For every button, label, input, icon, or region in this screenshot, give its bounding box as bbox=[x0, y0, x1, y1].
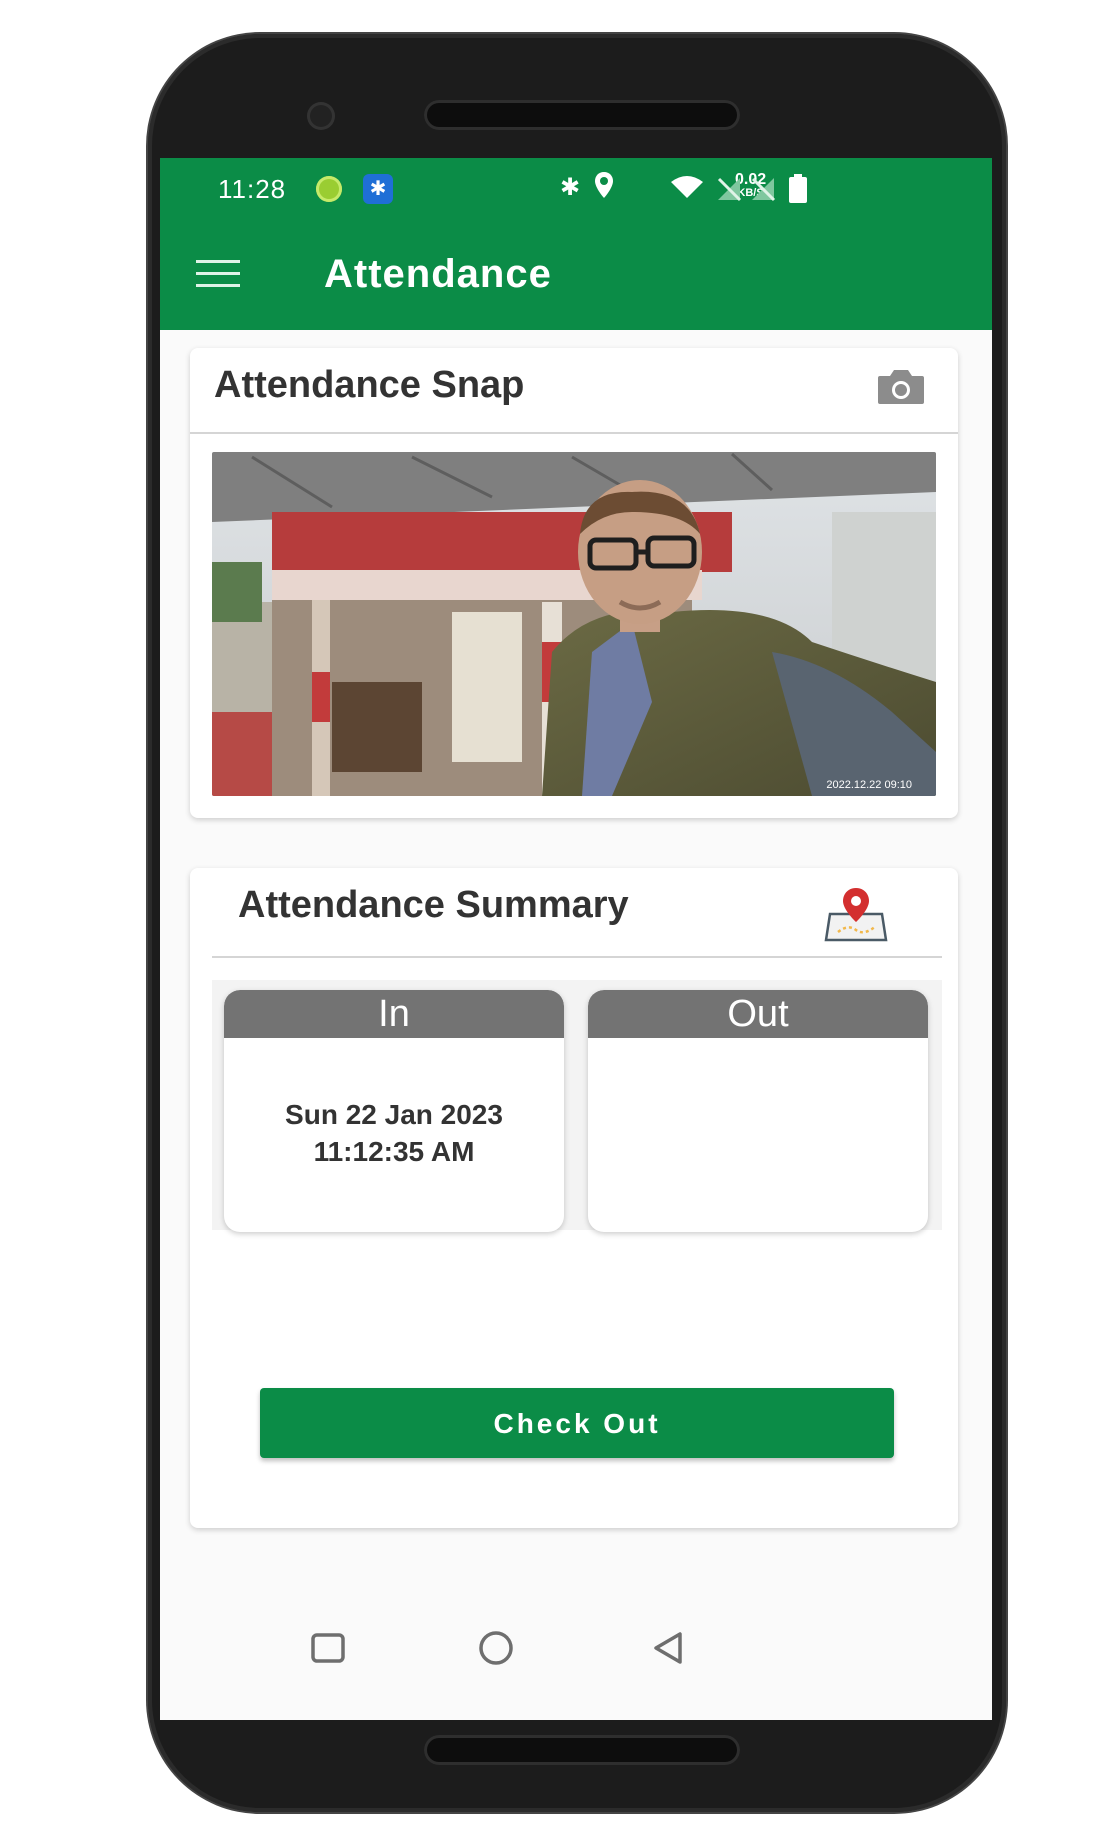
top-speaker bbox=[424, 100, 740, 130]
system-nav-bar bbox=[160, 1618, 992, 1720]
check-in-value: Sun 22 Jan 2023 11:12:35 AM bbox=[224, 1096, 564, 1170]
no-sim-icon bbox=[750, 176, 776, 211]
green-dot-icon bbox=[316, 176, 342, 202]
in-out-panel: In Sun 22 Jan 2023 11:12:35 AM Out bbox=[212, 980, 942, 1232]
bluetooth-icon: ✱ bbox=[560, 174, 581, 201]
no-sim-icon bbox=[716, 176, 742, 211]
photo-timestamp: 2022.12.22 09:10 bbox=[826, 779, 912, 791]
wifi-icon bbox=[670, 174, 704, 209]
snap-card-title: Attendance Snap bbox=[214, 364, 525, 406]
bottom-speaker bbox=[424, 1735, 740, 1765]
check-in-date: Sun 22 Jan 2023 bbox=[285, 1099, 503, 1130]
check-in-header: In bbox=[224, 990, 564, 1038]
battery-icon bbox=[788, 174, 808, 213]
check-out-button[interactable]: Check Out bbox=[260, 1388, 894, 1458]
page-title: Attendance bbox=[324, 252, 552, 296]
summary-card-title: Attendance Summary bbox=[238, 884, 629, 926]
back-triangle-icon[interactable] bbox=[638, 1618, 698, 1678]
snap-card-divider bbox=[190, 432, 958, 434]
attendance-summary-card: Attendance Summary In Sun 22 Jan 2023 11… bbox=[190, 868, 958, 1528]
status-bar: 11:28 ✱ ✱ 0.02 KB/S bbox=[160, 158, 992, 222]
summary-card-divider bbox=[212, 956, 942, 958]
front-camera bbox=[307, 102, 335, 130]
camera-icon[interactable] bbox=[876, 368, 926, 406]
attendance-snap-card: Attendance Snap 2022.12.22 09:10 bbox=[190, 348, 958, 818]
check-out-header: Out bbox=[588, 990, 928, 1038]
status-time: 11:28 bbox=[218, 174, 287, 204]
check-out-card: Out bbox=[588, 990, 928, 1232]
attendance-selfie-photo: 2022.12.22 09:10 bbox=[212, 452, 936, 796]
check-in-card: In Sun 22 Jan 2023 11:12:35 AM bbox=[224, 990, 564, 1232]
check-in-time: 11:12:35 AM bbox=[313, 1136, 475, 1167]
phone-screen: 11:28 ✱ ✱ 0.02 KB/S Attendance Attendanc… bbox=[160, 158, 992, 1720]
location-icon bbox=[592, 170, 616, 209]
app-bar: Attendance bbox=[160, 222, 992, 330]
home-circle-icon[interactable] bbox=[466, 1618, 526, 1678]
hamburger-menu-icon[interactable] bbox=[196, 260, 240, 290]
recents-square-icon[interactable] bbox=[298, 1618, 358, 1678]
map-pin-icon[interactable] bbox=[824, 886, 888, 944]
bluetooth-badge-icon: ✱ bbox=[363, 174, 393, 204]
